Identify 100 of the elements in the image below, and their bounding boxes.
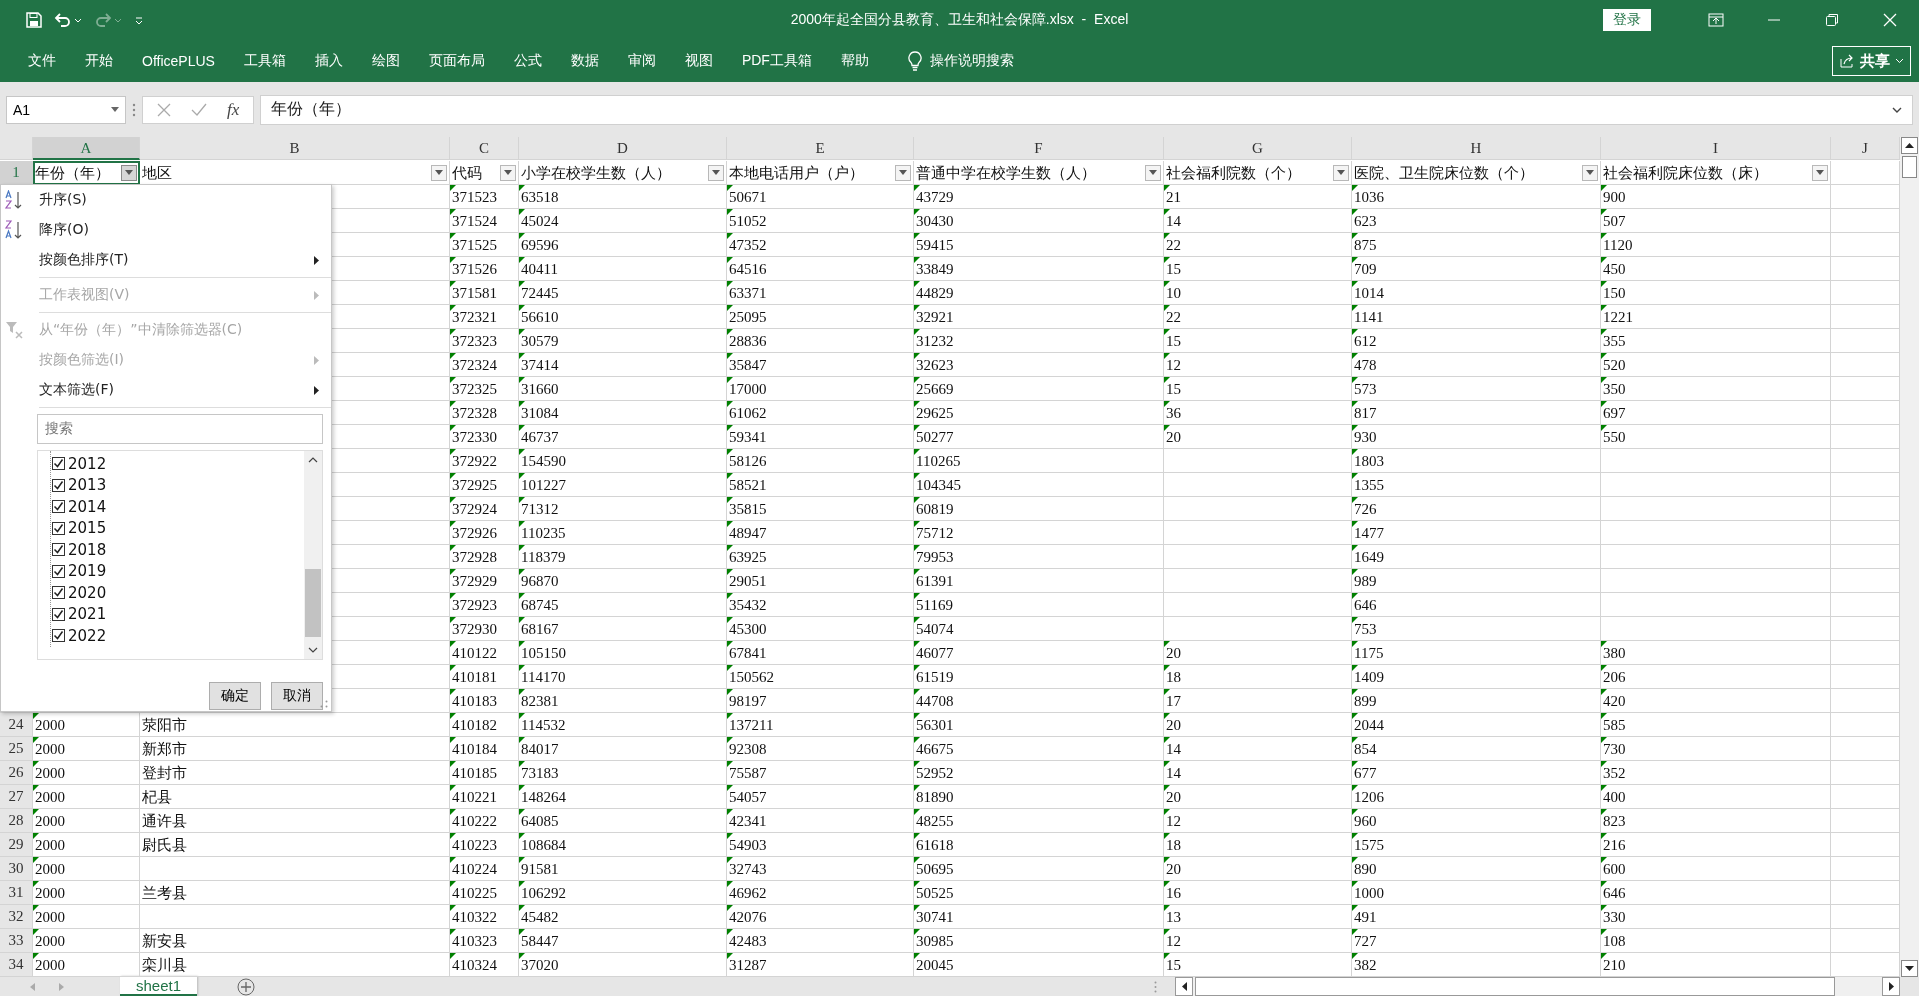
column-header[interactable]: H: [1352, 137, 1601, 160]
scroll-left-icon[interactable]: [1181, 982, 1187, 991]
ribbon-tab[interactable]: 绘图: [359, 48, 412, 74]
ribbon-tab[interactable]: 插入: [302, 48, 355, 74]
close-icon[interactable]: [1883, 13, 1897, 27]
login-button[interactable]: 登录: [1603, 9, 1651, 31]
customize-icon[interactable]: [134, 14, 144, 26]
checkbox[interactable]: [52, 521, 65, 535]
filter-button[interactable]: [708, 164, 724, 181]
column-header[interactable]: D: [519, 137, 727, 160]
search-field[interactable]: 搜索: [37, 414, 323, 444]
checkbox[interactable]: [52, 564, 65, 578]
share-button[interactable]: 共享: [1832, 46, 1911, 76]
undo-icon[interactable]: [54, 12, 82, 28]
filter-button[interactable]: [500, 164, 516, 181]
table-cell: 709: [1354, 261, 1377, 277]
column-header[interactable]: I: [1601, 137, 1831, 160]
checkbox[interactable]: [52, 478, 65, 492]
table-cell: 2000: [35, 933, 65, 949]
column-header[interactable]: C: [450, 137, 519, 160]
row-header[interactable]: 32: [0, 905, 33, 929]
filter-button[interactable]: [1145, 164, 1161, 181]
column-header[interactable]: A: [33, 137, 140, 160]
ribbon-tab[interactable]: 页面布局: [416, 48, 497, 74]
column-header[interactable]: E: [727, 137, 914, 160]
restore-icon[interactable]: [1826, 14, 1838, 26]
checkbox-item[interactable]: 2015: [38, 517, 304, 539]
ribbon-tab[interactable]: 帮助: [828, 48, 881, 74]
scroll-down-icon[interactable]: [1905, 966, 1914, 971]
scroll-thumb[interactable]: [305, 569, 321, 637]
tell-me-search[interactable]: 操作说明搜索: [901, 47, 1020, 75]
scroll-up-icon[interactable]: [308, 457, 318, 463]
row-header[interactable]: 24: [0, 713, 33, 737]
ribbon-tab[interactable]: 开始: [73, 48, 125, 74]
ribbon-tab[interactable]: 审阅: [615, 48, 668, 74]
dialog-button[interactable]: 确定: [209, 682, 261, 710]
checkbox-item[interactable]: 2020: [38, 582, 304, 604]
checkbox-item[interactable]: 2018: [38, 539, 304, 561]
scroll-thumb[interactable]: [1902, 156, 1917, 178]
filter-button[interactable]: [895, 164, 911, 181]
menu-item[interactable]: 文本筛选(F): [1, 375, 331, 405]
column-header[interactable]: F: [914, 137, 1164, 160]
filter-button[interactable]: [1582, 164, 1598, 181]
row-header[interactable]: 25: [0, 737, 33, 761]
column-header[interactable]: G: [1164, 137, 1352, 160]
checkbox[interactable]: [52, 457, 65, 471]
name-box[interactable]: A1: [6, 95, 126, 124]
menu-item[interactable]: 按颜色排序(T): [1, 245, 331, 275]
save-icon[interactable]: [26, 12, 42, 28]
caret-icon[interactable]: [111, 107, 119, 112]
filter-button[interactable]: [431, 164, 447, 181]
filter-button[interactable]: [1333, 164, 1349, 181]
scroll-up-icon[interactable]: [1905, 143, 1914, 148]
table-cell: 371525: [452, 237, 497, 253]
checkbox-item[interactable]: 2021: [38, 603, 304, 625]
row-header[interactable]: 26: [0, 761, 33, 785]
row-header[interactable]: 34: [0, 953, 33, 977]
checkbox[interactable]: [52, 586, 65, 600]
insert-function-button[interactable]: fx: [227, 99, 240, 120]
ribbon-tab[interactable]: 文件: [16, 48, 68, 74]
checkbox-item[interactable]: 2019: [38, 560, 304, 582]
checkbox[interactable]: [52, 607, 65, 621]
resize-grip-icon[interactable]: [320, 700, 328, 708]
checkbox-item[interactable]: 2022: [38, 625, 304, 647]
formula-field[interactable]: 年份（年）: [260, 94, 1913, 125]
row-header[interactable]: 28: [0, 809, 33, 833]
ribbon-tab[interactable]: 工具箱: [231, 48, 298, 74]
scroll-down-icon[interactable]: [308, 647, 318, 653]
row-header[interactable]: 1: [0, 161, 33, 185]
row-header[interactable]: 30: [0, 857, 33, 881]
filter-button[interactable]: [121, 164, 137, 181]
row-header[interactable]: 27: [0, 785, 33, 809]
ribbon-tab[interactable]: 数据: [558, 48, 611, 74]
checkbox[interactable]: [52, 629, 65, 643]
scroll-right-icon[interactable]: [1888, 982, 1894, 991]
checkbox-item[interactable]: 2014: [38, 496, 304, 518]
ribbon-tab[interactable]: OfficePLUS: [130, 49, 227, 73]
vertical-scrollbar[interactable]: [1900, 137, 1919, 977]
table-cell: 25669: [916, 381, 954, 397]
checkbox-item[interactable]: 2013: [38, 474, 304, 496]
checkbox[interactable]: [52, 500, 65, 514]
checkbox-item[interactable]: 2012: [38, 453, 304, 475]
column-header[interactable]: B: [140, 137, 450, 160]
row-header[interactable]: 33: [0, 929, 33, 953]
dialog-button[interactable]: 取消: [271, 682, 323, 710]
ribbon-tab[interactable]: 公式: [501, 48, 554, 74]
scrollbar[interactable]: [304, 451, 322, 659]
row-header[interactable]: 31: [0, 881, 33, 905]
column-header[interactable]: J: [1831, 137, 1900, 160]
ribbon-tab[interactable]: PDF工具箱: [729, 48, 824, 74]
row-header[interactable]: 29: [0, 833, 33, 857]
checkbox[interactable]: [52, 543, 65, 557]
ribbon-tab[interactable]: 视图: [672, 48, 725, 74]
add-sheet-icon[interactable]: [237, 977, 256, 996]
ribbon-display-icon[interactable]: [1708, 13, 1724, 27]
expand-icon[interactable]: [1892, 106, 1902, 113]
filter-button[interactable]: [1812, 164, 1828, 181]
menu-item[interactable]: 降序(O): [1, 215, 331, 245]
menu-item[interactable]: 升序(S): [1, 185, 331, 215]
sheet-tab[interactable]: sheet1: [120, 976, 198, 996]
